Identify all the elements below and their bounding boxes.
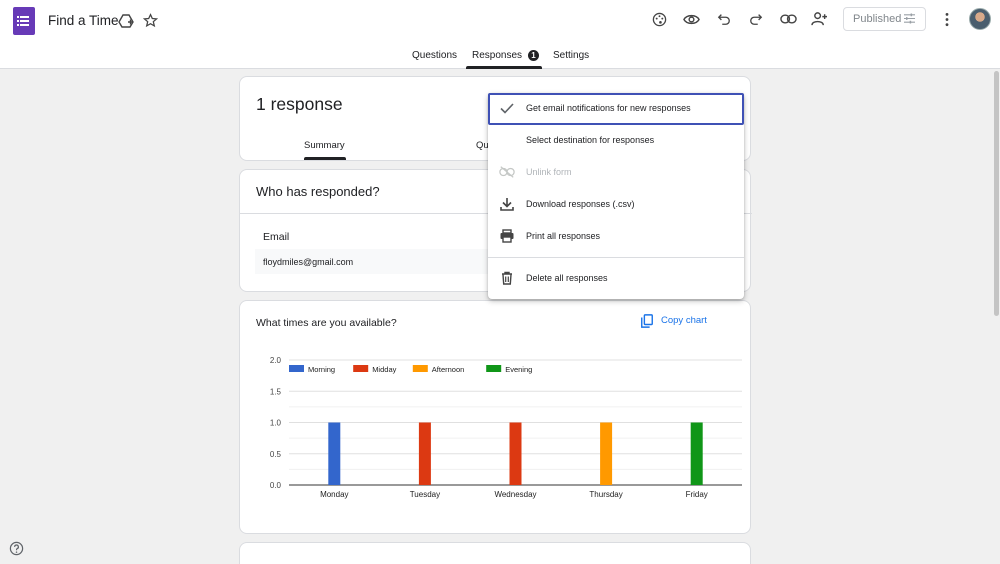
y-tick-label: 2.0 xyxy=(270,356,282,365)
menu-item-label: Download responses (.csv) xyxy=(526,199,635,209)
x-tick-label: Wednesday xyxy=(494,490,536,499)
published-label: Published xyxy=(853,13,902,25)
menu-divider xyxy=(488,257,744,258)
legend-label: Evening xyxy=(505,365,532,374)
menu-item-print-responses[interactable]: Print all responses xyxy=(488,221,744,253)
link-icon[interactable] xyxy=(780,13,797,25)
y-tick-label: 0.5 xyxy=(270,450,282,459)
menu-item-label: Unlink form xyxy=(526,167,572,177)
menu-item-download-csv[interactable]: Download responses (.csv) xyxy=(488,189,744,221)
menu-item-label: Delete all responses xyxy=(526,273,608,283)
legend-swatch xyxy=(353,365,369,372)
print-icon xyxy=(499,229,515,248)
question-chart-card: What times are you available? Copy chart… xyxy=(239,300,751,534)
x-tick-label: Monday xyxy=(320,490,348,499)
undo-icon[interactable] xyxy=(717,12,731,26)
palette-icon[interactable] xyxy=(652,12,667,27)
y-tick-label: 1.0 xyxy=(270,419,282,428)
settings-sliders-icon xyxy=(904,13,915,24)
star-icon[interactable] xyxy=(143,13,158,28)
legend-swatch xyxy=(412,365,428,372)
scroll-thumb[interactable] xyxy=(994,71,999,316)
bar xyxy=(509,422,522,485)
menu-item-email-notifications[interactable]: Get email notifications for new response… xyxy=(488,93,744,125)
tab-responses[interactable]: Responses xyxy=(472,50,522,61)
tab-settings[interactable]: Settings xyxy=(553,50,589,61)
help-icon[interactable] xyxy=(9,541,24,561)
respondent-email: floydmiles@gmail.com xyxy=(263,257,354,267)
x-tick-label: Friday xyxy=(686,490,708,499)
next-question-card xyxy=(239,542,751,564)
x-tick-label: Tuesday xyxy=(410,490,440,499)
active-subtab-indicator xyxy=(304,157,346,160)
add-collaborator-icon[interactable] xyxy=(811,11,828,26)
redo-icon[interactable] xyxy=(749,12,763,26)
published-button[interactable]: Published xyxy=(843,7,926,31)
subtab-summary[interactable]: Summary xyxy=(304,140,345,151)
top-bar: Find a Time Published Questions Response… xyxy=(0,0,1000,69)
legend-swatch xyxy=(289,365,304,372)
download-icon xyxy=(499,197,515,216)
bar xyxy=(418,422,431,485)
y-tick-label: 0.0 xyxy=(270,481,282,490)
response-count: 1 response xyxy=(256,94,343,114)
account-avatar[interactable] xyxy=(969,8,991,30)
bar xyxy=(328,422,341,485)
menu-item-label: Get email notifications for new response… xyxy=(526,103,691,113)
bar xyxy=(690,422,703,485)
move-to-drive-icon[interactable] xyxy=(118,13,134,29)
forms-logo-icon[interactable] xyxy=(13,7,35,35)
x-tick-label: Thursday xyxy=(589,490,622,499)
menu-item-delete-responses[interactable]: Delete all responses xyxy=(488,263,744,295)
availability-bar-chart: 0.0 0.5 1.0 1.5 2.0 Monday Tuesday Wednesday Thu… xyxy=(270,356,742,499)
respondents-title: Who has responded? xyxy=(256,184,380,199)
unlink-icon xyxy=(499,165,515,184)
check-icon xyxy=(499,101,515,120)
form-title[interactable]: Find a Time xyxy=(48,13,119,28)
menu-item-label: Print all responses xyxy=(526,231,601,241)
y-tick-label: 1.5 xyxy=(270,387,282,396)
menu-item-select-destination[interactable]: Select destination for responses xyxy=(488,125,744,157)
bar xyxy=(600,422,613,485)
menu-item-unlink-form: Unlink form xyxy=(488,157,744,189)
subtab-question[interactable]: Qu xyxy=(476,140,489,151)
page-scrollbar[interactable] xyxy=(993,69,1000,564)
legend-swatch xyxy=(486,365,502,372)
responses-options-menu: Get email notifications for new response… xyxy=(488,93,744,299)
active-tab-indicator xyxy=(466,66,542,69)
responses-count-badge: 1 xyxy=(528,50,539,61)
trash-icon xyxy=(499,271,515,290)
preview-eye-icon[interactable] xyxy=(683,12,700,27)
legend-label: Afternoon xyxy=(432,365,465,374)
menu-item-label: Select destination for responses xyxy=(526,135,655,145)
legend-label: Morning xyxy=(308,365,335,374)
tab-questions[interactable]: Questions xyxy=(412,50,457,61)
more-vert-icon[interactable] xyxy=(943,12,951,27)
legend-label: Midday xyxy=(372,365,396,374)
form-tabs: Questions Responses Settings xyxy=(0,44,1000,69)
respondent-row[interactable]: floydmiles@gmail.com xyxy=(255,249,505,274)
email-column-label: Email xyxy=(263,231,290,243)
